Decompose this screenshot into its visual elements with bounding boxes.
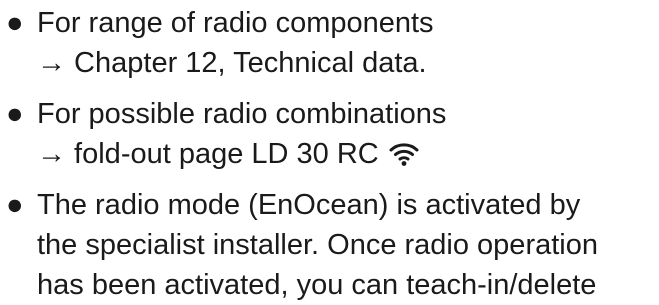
cross-reference: → fold-out page LD 30 RC bbox=[37, 138, 379, 170]
bullet-dot: ● bbox=[6, 7, 24, 39]
bullet-body: The radio mode (EnOcean) is activated by… bbox=[37, 185, 656, 305]
manual-page: ● For range of radio components → Chapte… bbox=[0, 0, 659, 301]
bullet-text: For range of radio components bbox=[37, 7, 434, 39]
bullet-body: For range of radio components → Chapter … bbox=[37, 3, 656, 83]
bullet-body: For possible radio combinations → fold-o… bbox=[37, 94, 656, 174]
bullet-text: The radio mode (EnOcean) is activated by bbox=[37, 189, 581, 221]
cross-reference: → Chapter 12, Technical data. bbox=[37, 47, 427, 79]
bullet-dot: ● bbox=[6, 189, 24, 221]
cross-reference-line: → fold-out page LD 30 RC bbox=[37, 134, 656, 174]
bullet-item-radio-combinations: ● For possible radio combinations → fold… bbox=[6, 94, 656, 174]
wifi-icon bbox=[389, 141, 419, 167]
bullet-item-radio-range: ● For range of radio components → Chapte… bbox=[6, 3, 656, 83]
bullet-item-radio-mode: ● The radio mode (EnOcean) is activated … bbox=[6, 185, 656, 305]
bullet-dot: ● bbox=[6, 98, 24, 130]
bullet-text: has been activated, you can teach-in/del… bbox=[37, 269, 597, 301]
bullet-text: the specialist installer. Once radio ope… bbox=[37, 229, 598, 261]
bullet-text: For possible radio combinations bbox=[37, 98, 447, 130]
